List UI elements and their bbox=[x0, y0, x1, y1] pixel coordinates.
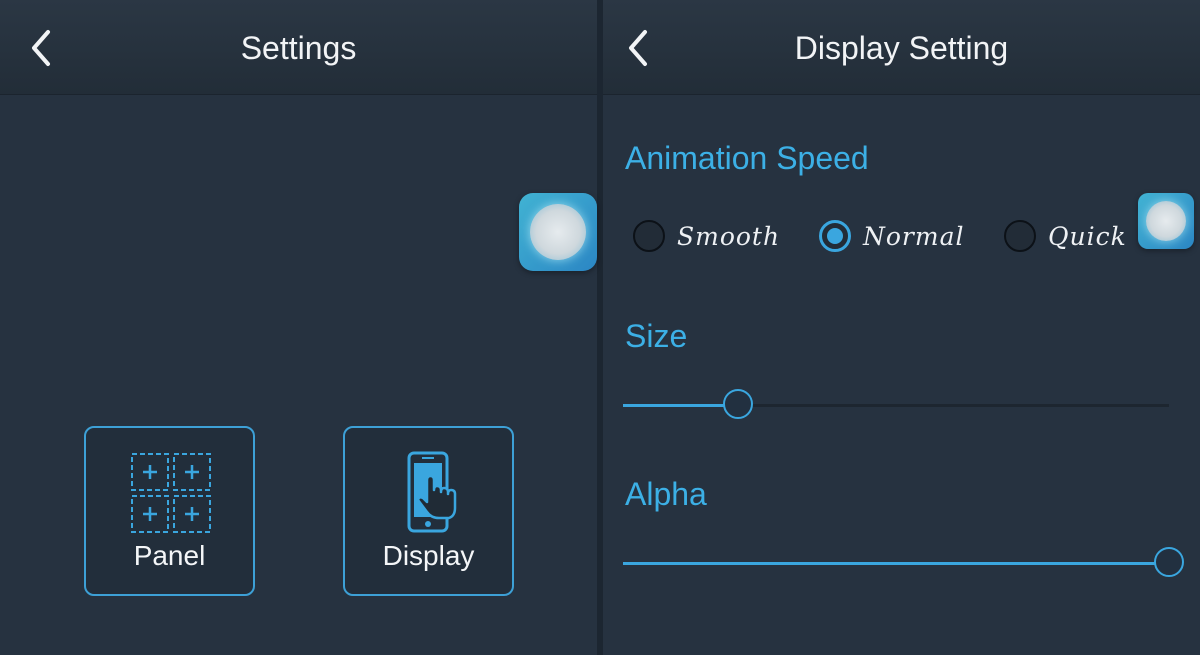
alpha-slider-fill bbox=[623, 562, 1169, 565]
alpha-slider[interactable] bbox=[623, 543, 1184, 583]
floating-ball-icon bbox=[530, 204, 586, 260]
radio-quick-circle[interactable] bbox=[1004, 220, 1036, 252]
alpha-slider-thumb[interactable] bbox=[1154, 547, 1184, 577]
panel-tile-label: Panel bbox=[133, 540, 206, 571]
size-slider-thumb[interactable] bbox=[722, 389, 753, 419]
animation-speed-heading: Animation Speed bbox=[625, 140, 869, 176]
display-setting-screen: Display Setting Animation Speed Smooth N… bbox=[603, 0, 1200, 655]
size-slider-fill bbox=[623, 404, 738, 407]
floating-ball-button[interactable] bbox=[1138, 193, 1194, 249]
floating-ball-icon bbox=[1146, 201, 1186, 241]
alpha-heading: Alpha bbox=[625, 476, 707, 512]
panel-grid-icon bbox=[131, 453, 211, 533]
panel-tile-button[interactable]: Panel bbox=[84, 426, 255, 596]
settings-header: Settings bbox=[0, 0, 597, 95]
size-heading: Size bbox=[625, 318, 688, 354]
radio-smooth-circle[interactable] bbox=[633, 220, 665, 252]
display-tile-button[interactable]: Display bbox=[343, 426, 514, 596]
size-slider[interactable] bbox=[623, 385, 1169, 425]
display-tile-label: Display bbox=[382, 540, 475, 571]
page-title: Display Setting bbox=[794, 30, 1009, 66]
phone-touch-icon bbox=[407, 451, 457, 533]
display-setting-header: Display Setting bbox=[603, 0, 1200, 95]
page-title: Settings bbox=[240, 30, 357, 66]
floating-ball-button[interactable] bbox=[519, 193, 597, 271]
radio-smooth-label: Smooth bbox=[677, 222, 781, 251]
radio-normal-label: Normal bbox=[863, 222, 965, 251]
radio-normal-circle[interactable] bbox=[819, 220, 851, 252]
radio-quick-label: Quick bbox=[1048, 222, 1127, 251]
settings-screen: Settings Panel Display bbox=[0, 0, 597, 655]
